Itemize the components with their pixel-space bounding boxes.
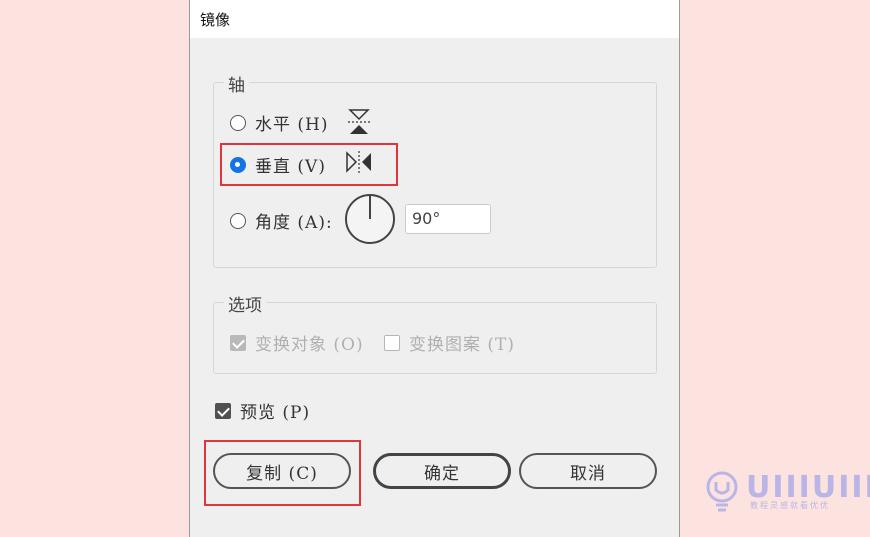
vertical-axis-icon xyxy=(346,151,371,173)
radio-vertical[interactable]: 垂直 (V) xyxy=(230,152,326,177)
axis-legend: 轴 xyxy=(224,71,249,96)
horizontal-axis-icon xyxy=(348,109,370,134)
preview-checkbox[interactable] xyxy=(215,402,231,419)
copy-button[interactable]: 复制 (C) xyxy=(213,453,351,489)
transform-patterns-checkbox[interactable] xyxy=(384,334,400,351)
radio-angle[interactable]: 角度 (A): xyxy=(230,208,333,233)
transform-patterns-checkbox-row[interactable]: 变换图案 (T) xyxy=(384,330,515,355)
angle-input[interactable]: 90° xyxy=(405,204,491,234)
vertical-radio-button[interactable] xyxy=(230,156,246,173)
vertical-label: 垂直 (V) xyxy=(255,157,326,177)
ok-button[interactable]: 确定 xyxy=(373,453,511,489)
lightbulb-icon xyxy=(706,471,738,512)
transform-patterns-label: 变换图案 (T) xyxy=(409,335,516,355)
horizontal-radio-button[interactable] xyxy=(230,114,246,131)
transform-objects-checkbox[interactable] xyxy=(230,334,246,351)
preview-checkbox-row[interactable]: 预览 (P) xyxy=(215,398,310,423)
transform-objects-label: 变换对象 (O) xyxy=(255,335,364,355)
horizontal-label: 水平 (H) xyxy=(255,115,329,135)
cancel-button[interactable]: 取消 xyxy=(519,453,657,489)
angle-label: 角度 (A): xyxy=(255,213,333,233)
mirror-dialog: 镜像 轴 水平 (H) 垂直 (V) 角度 (A): 90° 选项 变换对象 (… xyxy=(189,0,680,537)
watermark-subtitle: 教程灵感就看优优 xyxy=(750,501,830,510)
transform-objects-checkbox-row[interactable]: 变换对象 (O) xyxy=(230,330,364,355)
radio-horizontal[interactable]: 水平 (H) xyxy=(230,110,329,135)
preview-label: 预览 (P) xyxy=(240,403,311,423)
options-legend: 选项 xyxy=(224,291,266,316)
watermark-logo: UIIIUIII 教程灵感就看优优 xyxy=(704,470,870,515)
angle-radio-button[interactable] xyxy=(230,212,246,229)
angle-dial-icon[interactable] xyxy=(344,193,396,245)
title-bar: 镜像 xyxy=(190,0,679,38)
dialog-title: 镜像 xyxy=(200,11,231,29)
